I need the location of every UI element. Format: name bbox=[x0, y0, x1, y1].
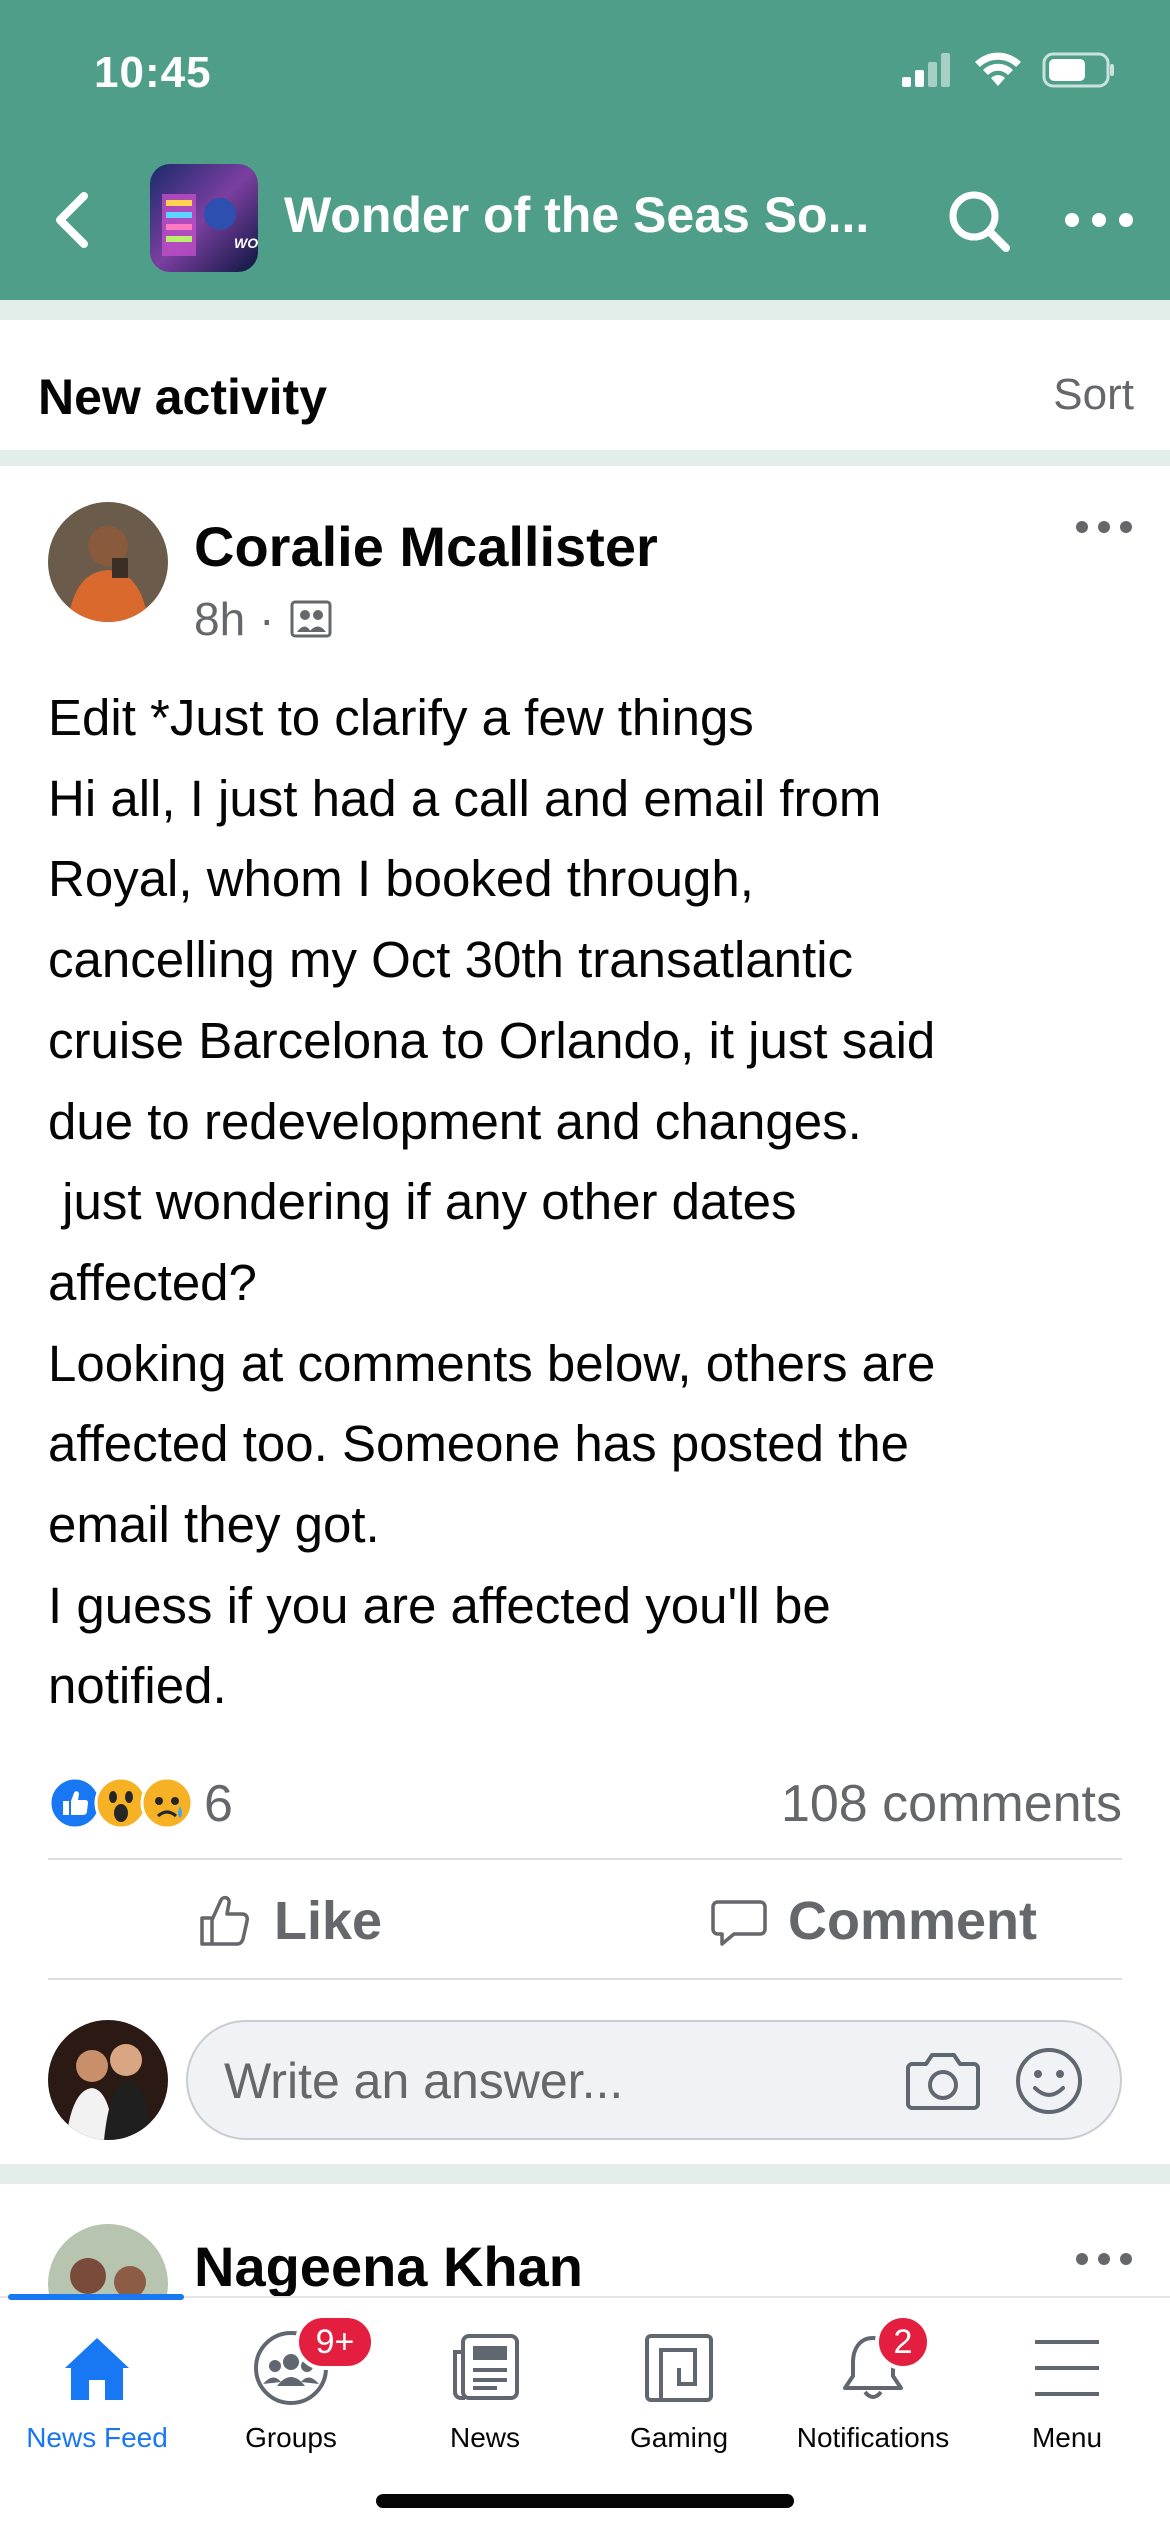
answer-composer[interactable]: Write an answer... bbox=[186, 2020, 1122, 2140]
sad-reaction-icon bbox=[140, 1776, 194, 1830]
nav-row: WON Wonder of the Seas So... bbox=[0, 160, 1170, 280]
reaction-icons bbox=[48, 1776, 194, 1830]
gaming-icon bbox=[639, 2328, 719, 2408]
wifi-icon bbox=[975, 52, 1021, 86]
composer-placeholder: Write an answer... bbox=[224, 2053, 624, 2109]
next-post-options-button[interactable] bbox=[1074, 2244, 1134, 2274]
my-avatar bbox=[48, 2020, 168, 2140]
post-line: just wondering if any other dates bbox=[48, 1173, 797, 1231]
search-icon bbox=[949, 191, 1010, 252]
reactions-summary[interactable]: 6 108 comments bbox=[48, 1770, 1122, 1834]
post-line: I guess if you are affected you'll be bbox=[48, 1576, 831, 1634]
tab-news[interactable]: News bbox=[388, 2328, 582, 2478]
more-dots-icon bbox=[1076, 2253, 1132, 2265]
next-author-avatar[interactable] bbox=[48, 2224, 168, 2300]
camera-icon bbox=[906, 2053, 980, 2110]
group-title[interactable]: Wonder of the Seas So... bbox=[284, 186, 884, 244]
sort-button[interactable]: Sort bbox=[1053, 370, 1134, 420]
post-line: Hi all, I just had a call and email from bbox=[48, 769, 882, 827]
next-post-card: Nageena Khan bbox=[0, 2184, 1170, 2300]
thumbs-up-icon bbox=[200, 1895, 249, 1946]
post-line: Looking at comments below, others are bbox=[48, 1334, 936, 1392]
tab-gaming[interactable]: Gaming bbox=[582, 2328, 776, 2478]
avatar-image bbox=[48, 2224, 168, 2300]
back-button[interactable] bbox=[44, 188, 104, 252]
thumb-logo-text: WON bbox=[234, 235, 258, 251]
post-line: affected too. Someone has posted the bbox=[48, 1415, 910, 1473]
comment-button[interactable]: Comment bbox=[710, 1890, 1037, 1952]
post-card: Coralie Mcallister 8h · Edit *Just to cl… bbox=[0, 466, 1170, 2164]
divider bbox=[0, 450, 1170, 466]
menu-icon bbox=[1027, 2328, 1107, 2408]
tab-menu[interactable]: Menu bbox=[970, 2328, 1164, 2478]
post-line: notified. bbox=[48, 1657, 227, 1715]
tab-label: Menu bbox=[1031, 2422, 1103, 2453]
like-button[interactable]: Like bbox=[196, 1890, 382, 1952]
camera-button[interactable] bbox=[906, 2048, 980, 2114]
tab-groups[interactable]: 9+ Groups bbox=[194, 2314, 388, 2478]
more-options-button[interactable] bbox=[1062, 200, 1136, 240]
groups-badge: 9+ bbox=[295, 2314, 375, 2370]
tab-label: Gaming bbox=[629, 2422, 729, 2453]
post-line: cruise Barcelona to Orlando, it just sai… bbox=[48, 1011, 936, 1069]
comment-bubble-icon bbox=[711, 1900, 767, 1946]
tab-label: News Feed bbox=[26, 2422, 168, 2453]
home-icon bbox=[57, 2328, 137, 2408]
post-meta: 8h · bbox=[194, 592, 333, 646]
reaction-count: 6 bbox=[204, 1775, 233, 1833]
post-time[interactable]: 8h bbox=[194, 592, 245, 646]
comment-count[interactable]: 108 comments bbox=[781, 1774, 1122, 1834]
author-avatar[interactable] bbox=[48, 502, 168, 622]
battery-icon bbox=[1042, 52, 1114, 88]
bell-icon: 2 bbox=[833, 2314, 931, 2408]
next-post-author[interactable]: Nageena Khan bbox=[194, 2234, 583, 2299]
emoji-smile-icon bbox=[1016, 2048, 1082, 2114]
app-header: 10:45 WO Wonder of the Seas So... bbox=[0, 0, 1170, 300]
divider bbox=[0, 2164, 1170, 2184]
post-line: Edit *Just to clarify a few things bbox=[48, 689, 754, 746]
meta-separator: · bbox=[259, 593, 275, 645]
news-icon bbox=[445, 2328, 525, 2408]
post-line: email they got. bbox=[48, 1496, 380, 1554]
search-button[interactable] bbox=[944, 186, 1014, 256]
group-privacy-icon bbox=[290, 600, 331, 638]
avatar-image bbox=[48, 2020, 168, 2140]
tab-label: News bbox=[449, 2422, 520, 2453]
more-dots-icon bbox=[1065, 213, 1133, 227]
post-body: Edit *Just to clarify a few things Hi al… bbox=[48, 678, 1128, 1727]
tab-notifications[interactable]: 2 Notifications bbox=[776, 2314, 970, 2478]
home-indicator[interactable] bbox=[376, 2494, 794, 2508]
activity-title: New activity bbox=[38, 369, 328, 425]
post-author[interactable]: Coralie Mcallister bbox=[194, 514, 658, 579]
tab-label: Groups bbox=[245, 2422, 337, 2453]
tab-news-feed[interactable]: News Feed bbox=[0, 2328, 194, 2478]
emoji-button[interactable] bbox=[1014, 2046, 1084, 2116]
post-line: affected? bbox=[48, 1253, 257, 1311]
like-label: Like bbox=[274, 1891, 383, 1951]
status-time: 10:45 bbox=[94, 48, 212, 97]
divider bbox=[0, 300, 1170, 320]
activity-header: New activity Sort bbox=[0, 320, 1170, 450]
group-thumbnail[interactable]: WON bbox=[150, 164, 258, 272]
avatar-image bbox=[48, 502, 168, 622]
tab-label: Notifications bbox=[796, 2422, 950, 2453]
active-tab-indicator bbox=[8, 2294, 184, 2300]
status-icons bbox=[902, 52, 1116, 88]
chevron-left-icon bbox=[56, 192, 88, 248]
more-dots-icon bbox=[1076, 521, 1132, 533]
notifications-badge: 2 bbox=[875, 2314, 931, 2370]
cruise-ship-image: WON bbox=[150, 164, 258, 272]
post-actions: Like Comment bbox=[48, 1858, 1122, 1980]
post-options-button[interactable] bbox=[1074, 512, 1134, 542]
post-line: Royal, whom I booked through, bbox=[48, 850, 754, 908]
post-line: due to redevelopment and changes. bbox=[48, 1092, 862, 1150]
post-line: cancelling my Oct 30th transatlantic bbox=[48, 931, 854, 989]
signal-icon bbox=[902, 53, 950, 87]
comment-label: Comment bbox=[788, 1891, 1038, 1951]
groups-icon: 9+ bbox=[251, 2314, 375, 2408]
